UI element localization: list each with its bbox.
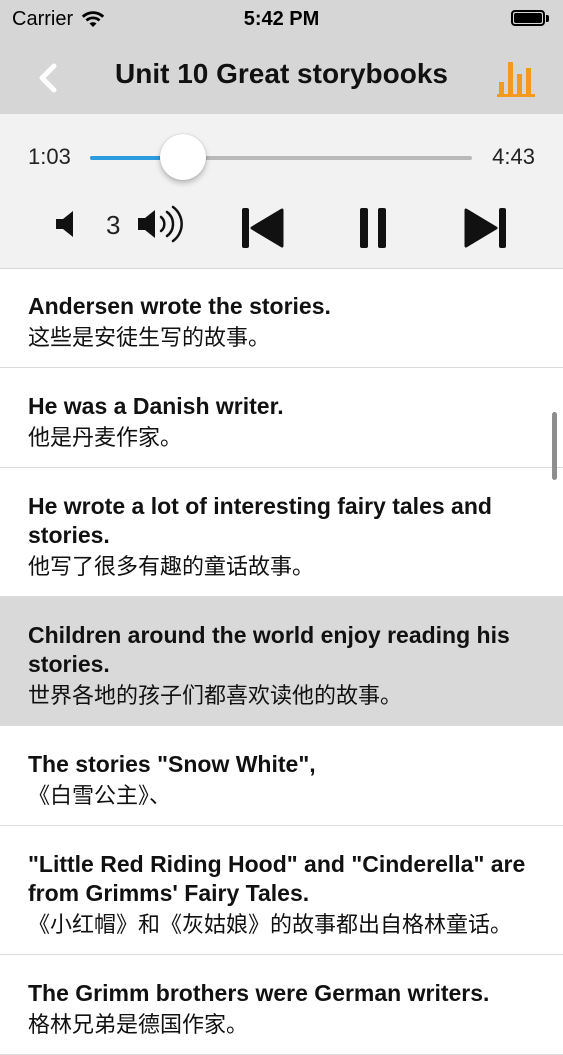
- pause-icon: [360, 208, 386, 248]
- current-time: 1:03: [28, 144, 71, 169]
- skip-previous-icon: [242, 208, 284, 248]
- status-time: 5:42 PM: [243, 8, 320, 30]
- sentence-chinese: 《白雪公主》、: [28, 783, 172, 808]
- sentence-chinese: 《小红帽》和《灰姑娘》的故事都出自格林童话。: [28, 912, 513, 937]
- sentence-item[interactable]: "Little Red Riding Hood" and "Cinderella…: [0, 826, 563, 955]
- chart-button[interactable]: [495, 52, 539, 100]
- sentence-item[interactable]: The stories "Snow White", 《白雪公主》、: [0, 726, 563, 826]
- sentence-item[interactable]: He wrote a lot of interesting fairy tale…: [0, 468, 563, 597]
- sentence-english: "Little Red Riding Hood" and "Cinderella…: [28, 851, 526, 906]
- sentence-chinese: 格林兄弟是德国作家。: [28, 1012, 249, 1037]
- navigation-bar: Unit 10 Great storybooks: [0, 40, 563, 114]
- sentence-english: He was a Danish writer.: [28, 393, 284, 419]
- sentence-item[interactable]: He was a Danish writer. 他是丹麦作家。: [0, 368, 563, 468]
- sentence-chinese: 他写了很多有趣的童话故事。: [28, 554, 315, 579]
- sentence-list: Andersen wrote the stories. 这些是安徒生写的故事。 …: [0, 268, 563, 1055]
- sentence-english: Children around the world enjoy reading …: [28, 622, 510, 677]
- sentence-english: He wrote a lot of interesting fairy tale…: [28, 493, 492, 548]
- audio-player: 1:03 4:43 3: [0, 114, 563, 269]
- skip-next-icon: [464, 208, 506, 248]
- progress-slider[interactable]: [90, 134, 472, 180]
- sentence-chinese: 他是丹麦作家。: [28, 425, 183, 450]
- volume-level: 3: [106, 210, 121, 240]
- sentence-english: The stories "Snow White",: [28, 751, 316, 777]
- volume-down-button[interactable]: [52, 208, 84, 240]
- sentence-chinese: 世界各地的孩子们都喜欢读他的故事。: [28, 683, 403, 708]
- previous-button[interactable]: [238, 206, 286, 250]
- next-button[interactable]: [462, 206, 510, 250]
- sentence-item-active[interactable]: Children around the world enjoy reading …: [0, 597, 563, 726]
- bar-chart-icon: [497, 62, 535, 97]
- slider-thumb[interactable]: [159, 134, 206, 180]
- status-bar: Carrier 5:42 PM: [0, 0, 563, 40]
- volume-up-button[interactable]: [136, 202, 192, 246]
- sentence-english: The Grimm brothers were German writers.: [28, 980, 490, 1006]
- speaker-low-icon: [56, 211, 73, 237]
- total-time: 4:43: [492, 144, 535, 169]
- sentence-chinese: 这些是安徒生写的故事。: [28, 325, 271, 350]
- speaker-high-icon: [138, 205, 183, 243]
- scrollbar[interactable]: [552, 412, 557, 480]
- pause-button[interactable]: [356, 206, 392, 250]
- battery-icon: [511, 10, 551, 28]
- sentence-english: Andersen wrote the stories.: [28, 293, 331, 319]
- sentence-item[interactable]: Andersen wrote the stories. 这些是安徒生写的故事。: [0, 268, 563, 368]
- page-title: Unit 10 Great storybooks: [115, 58, 448, 89]
- sentence-item[interactable]: The Grimm brothers were German writers. …: [0, 955, 563, 1055]
